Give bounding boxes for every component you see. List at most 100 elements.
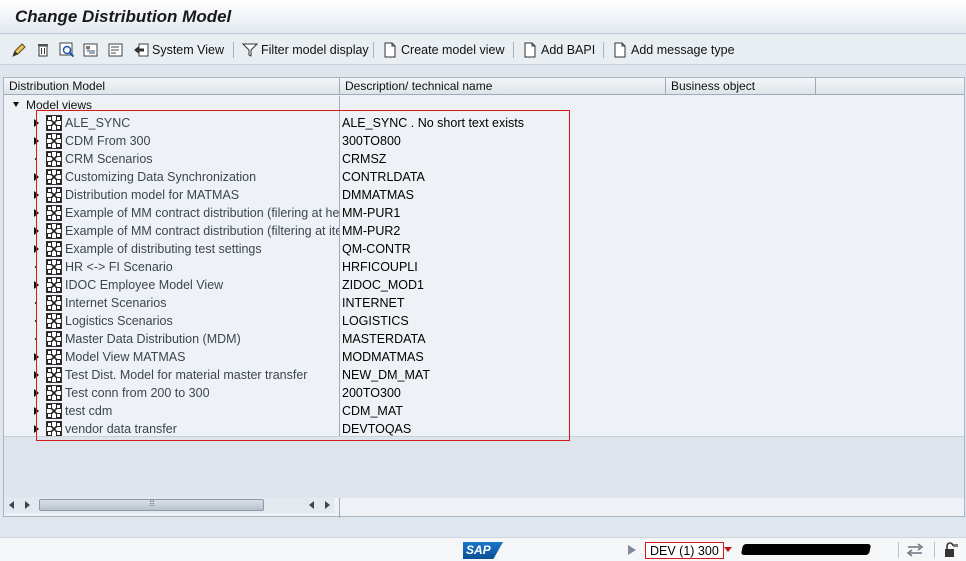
tree-row[interactable]: Internet Scenarios INTERNET bbox=[4, 294, 964, 312]
leaf-dot-icon bbox=[35, 320, 37, 322]
collapse-caret-icon[interactable] bbox=[13, 102, 19, 107]
tree-row[interactable]: Model View MATMAS MODMATMAS bbox=[4, 348, 964, 366]
column-header-description[interactable]: Description/ technical name bbox=[340, 78, 666, 95]
model-view-name[interactable]: Master Data Distribution (MDM) bbox=[65, 332, 339, 346]
expand-arrow-icon[interactable] bbox=[34, 209, 39, 217]
model-view-name[interactable]: CRM Scenarios bbox=[65, 152, 339, 166]
expand-arrow-icon[interactable] bbox=[34, 353, 39, 361]
model-view-technical-name[interactable]: LOGISTICS bbox=[342, 314, 409, 328]
tree-row[interactable]: Example of MM contract distribution (fil… bbox=[4, 222, 964, 240]
model-view-name[interactable]: CDM From 300 bbox=[65, 134, 339, 148]
model-view-icon bbox=[46, 349, 62, 365]
model-view-name[interactable]: Internet Scenarios bbox=[65, 296, 339, 310]
tree-row[interactable]: CRM Scenarios CRMSZ bbox=[4, 150, 964, 168]
edit-button[interactable] bbox=[11, 40, 30, 60]
model-view-technical-name[interactable]: 200TO300 bbox=[342, 386, 401, 400]
expand-all-button[interactable] bbox=[83, 40, 102, 60]
model-view-technical-name[interactable]: QM-CONTR bbox=[342, 242, 411, 256]
model-view-technical-name[interactable]: NEW_DM_MAT bbox=[342, 368, 430, 382]
model-view-icon bbox=[46, 367, 62, 383]
tree-row[interactable]: Test conn from 200 to 300 200TO300 bbox=[4, 384, 964, 402]
left-horizontal-scrollbar[interactable] bbox=[4, 497, 334, 513]
model-view-name[interactable]: Example of distributing test settings bbox=[65, 242, 339, 256]
expand-arrow-icon[interactable] bbox=[34, 119, 39, 127]
overwrite-mode-icon[interactable] bbox=[906, 542, 924, 558]
model-view-name[interactable]: vendor data transfer bbox=[65, 422, 339, 436]
scroll-left-icon[interactable] bbox=[307, 500, 317, 510]
status-bar: SAP DEV (1) 300 bbox=[0, 537, 966, 561]
model-view-technical-name[interactable]: INTERNET bbox=[342, 296, 405, 310]
filter-model-display-button[interactable]: Filter model display bbox=[241, 40, 369, 60]
scroll-thumb[interactable] bbox=[39, 499, 264, 511]
tree-row[interactable]: Customizing Data Synchronization CONTRLDA… bbox=[4, 168, 964, 186]
model-view-name[interactable]: Customizing Data Synchronization bbox=[65, 170, 339, 184]
column-header-business-object[interactable]: Business object bbox=[666, 78, 816, 95]
system-info-field[interactable]: DEV (1) 300 bbox=[645, 542, 724, 559]
model-view-name[interactable]: Model View MATMAS bbox=[65, 350, 339, 364]
scroll-left-icon[interactable] bbox=[7, 500, 17, 510]
expand-arrow-icon[interactable] bbox=[34, 425, 39, 433]
add-bapi-button[interactable]: Add BAPI bbox=[522, 40, 595, 60]
expand-arrow-icon[interactable] bbox=[34, 137, 39, 145]
delete-button[interactable] bbox=[35, 40, 54, 60]
edit-icon bbox=[11, 42, 27, 58]
model-view-technical-name[interactable]: 300TO800 bbox=[342, 134, 401, 148]
model-view-name[interactable]: test cdm bbox=[65, 404, 339, 418]
expand-arrow-icon[interactable] bbox=[34, 173, 39, 181]
expand-arrow-icon[interactable] bbox=[34, 371, 39, 379]
model-view-technical-name[interactable]: CONTRLDATA bbox=[342, 170, 425, 184]
model-view-name[interactable]: Distribution model for MATMAS bbox=[65, 188, 339, 202]
tree-row[interactable]: Master Data Distribution (MDM) MASTERDATA bbox=[4, 330, 964, 348]
model-view-name[interactable]: Test conn from 200 to 300 bbox=[65, 386, 339, 400]
model-view-technical-name[interactable]: HRFICOUPLI bbox=[342, 260, 418, 274]
expand-arrow-icon[interactable] bbox=[34, 281, 39, 289]
model-view-technical-name[interactable]: DEVTOQAS bbox=[342, 422, 411, 436]
model-view-name[interactable]: Example of MM contract distribution (fil… bbox=[65, 224, 339, 238]
system-view-button[interactable]: System View bbox=[133, 40, 224, 60]
expand-arrow-icon[interactable] bbox=[34, 245, 39, 253]
tree-root-model-views[interactable]: Model views bbox=[4, 96, 964, 114]
model-view-technical-name[interactable]: ZIDOC_MOD1 bbox=[342, 278, 424, 292]
tree-row[interactable]: Example of MM contract distribution (fil… bbox=[4, 204, 964, 222]
model-view-name[interactable]: Example of MM contract distribution (fil… bbox=[65, 206, 339, 220]
model-view-technical-name[interactable]: MM-PUR1 bbox=[342, 206, 400, 220]
expand-arrow-icon[interactable] bbox=[34, 389, 39, 397]
tree-row[interactable]: test cdm CDM_MAT bbox=[4, 402, 964, 420]
model-view-technical-name[interactable]: DMMATMAS bbox=[342, 188, 414, 202]
tree-row[interactable]: ALE_SYNC ALE_SYNC . No short text exists bbox=[4, 114, 964, 132]
tree-row[interactable]: Example of distributing test settings QM-… bbox=[4, 240, 964, 258]
model-view-name[interactable]: Logistics Scenarios bbox=[65, 314, 339, 328]
tree-row[interactable]: Distribution model for MATMAS DMMATMAS bbox=[4, 186, 964, 204]
model-view-name[interactable]: IDOC Employee Model View bbox=[65, 278, 339, 292]
expand-arrow-icon[interactable] bbox=[34, 227, 39, 235]
column-header-distribution-model[interactable]: Distribution Model bbox=[4, 78, 340, 95]
model-view-technical-name[interactable]: CDM_MAT bbox=[342, 404, 403, 418]
model-view-icon bbox=[46, 241, 62, 257]
model-view-technical-name[interactable]: MODMATMAS bbox=[342, 350, 424, 364]
tree-row[interactable]: Logistics Scenarios LOGISTICS bbox=[4, 312, 964, 330]
expand-arrow-icon[interactable] bbox=[34, 191, 39, 199]
add-message-type-button[interactable]: Add message type bbox=[612, 40, 735, 60]
model-view-technical-name[interactable]: ALE_SYNC . No short text exists bbox=[342, 116, 524, 130]
scroll-right-icon[interactable] bbox=[322, 500, 332, 510]
tree-row[interactable]: CDM From 300 300TO800 bbox=[4, 132, 964, 150]
model-view-name[interactable]: HR <-> FI Scenario bbox=[65, 260, 339, 274]
system-dropdown-icon[interactable] bbox=[724, 547, 732, 552]
tree-row[interactable]: IDOC Employee Model View ZIDOC_MOD1 bbox=[4, 276, 964, 294]
find-button[interactable] bbox=[59, 40, 78, 60]
tree-row[interactable]: Test Dist. Model for material master tra… bbox=[4, 366, 964, 384]
model-view-name[interactable]: Test Dist. Model for material master tra… bbox=[65, 368, 339, 382]
model-view-technical-name[interactable]: MASTERDATA bbox=[342, 332, 426, 346]
model-view-technical-name[interactable]: CRMSZ bbox=[342, 152, 386, 166]
expand-arrow-icon[interactable] bbox=[34, 407, 39, 415]
collapse-all-button[interactable] bbox=[108, 40, 127, 60]
model-view-technical-name[interactable]: MM-PUR2 bbox=[342, 224, 400, 238]
tree-row[interactable]: HR <-> FI Scenario HRFICOUPLI bbox=[4, 258, 964, 276]
scroll-right-icon[interactable] bbox=[22, 500, 32, 510]
toolbar-separator bbox=[233, 42, 234, 58]
arrow-left-icon bbox=[133, 42, 149, 58]
expand-status-icon[interactable] bbox=[628, 545, 636, 555]
model-view-name[interactable]: ALE_SYNC bbox=[65, 116, 339, 130]
create-model-view-button[interactable]: Create model view bbox=[382, 40, 505, 60]
lock-icon[interactable] bbox=[942, 542, 960, 558]
